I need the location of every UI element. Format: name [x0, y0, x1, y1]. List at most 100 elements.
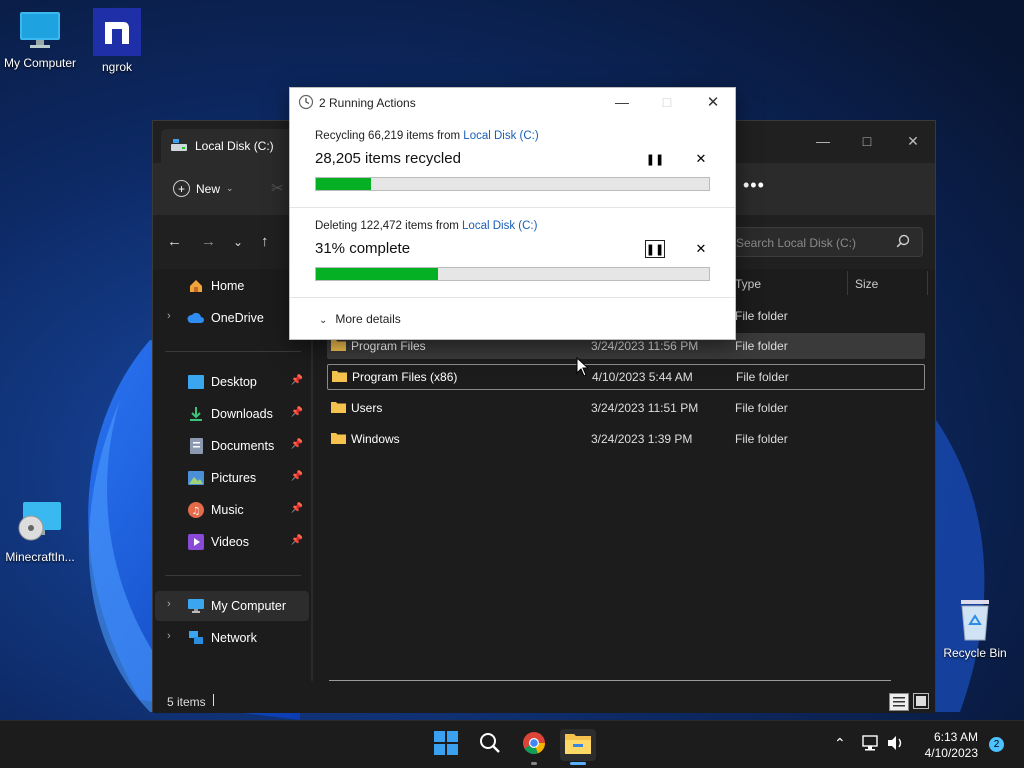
- windows-logo-icon: [434, 730, 458, 760]
- sidebar-item-label: Network: [211, 631, 257, 645]
- file-type: File folder: [735, 309, 788, 323]
- column-divider: [927, 271, 928, 295]
- file-date: 3/24/2023 1:39 PM: [591, 432, 693, 446]
- recent-chevron-icon[interactable]: ⌄: [233, 235, 243, 249]
- sidebar-item-home[interactable]: Home: [163, 271, 309, 301]
- sidebar-item-onedrive[interactable]: › OneDrive: [163, 303, 309, 333]
- maximize-button[interactable]: □: [847, 127, 887, 155]
- chevron-right-icon[interactable]: ›: [167, 630, 171, 642]
- desktop-icon-label: MinecraftIn...: [5, 550, 75, 564]
- column-header-size[interactable]: Size: [855, 277, 878, 305]
- more-details-toggle[interactable]: ⌄ More details: [319, 312, 401, 326]
- start-button[interactable]: [428, 729, 464, 761]
- dialog-title: 2 Running Actions: [319, 96, 416, 110]
- table-row[interactable]: Windows 3/24/2023 1:39 PM File folder: [327, 426, 925, 452]
- clock-date: 4/10/2023: [924, 746, 978, 760]
- active-indicator: [570, 762, 586, 765]
- taskbar-chrome[interactable]: [516, 729, 552, 765]
- forward-arrow-icon[interactable]: →: [201, 233, 216, 250]
- more-options-icon[interactable]: •••: [743, 175, 765, 196]
- column-header-type[interactable]: Type: [735, 277, 761, 305]
- cancel-operation-button[interactable]: ✕: [691, 150, 711, 168]
- home-icon: [187, 277, 205, 295]
- clock[interactable]: 6:13 AM 4/10/2023: [925, 729, 978, 761]
- table-row[interactable]: Program Files (x86) 4/10/2023 5:44 AM Fi…: [327, 364, 925, 390]
- source-link[interactable]: Local Disk (C:): [462, 220, 537, 232]
- pin-icon[interactable]: 📌: [291, 407, 303, 418]
- pin-icon[interactable]: 📌: [291, 375, 303, 386]
- tab-local-disk[interactable]: Local Disk (C:): [161, 129, 301, 163]
- pin-icon[interactable]: 📌: [291, 535, 303, 546]
- search-button[interactable]: [472, 729, 508, 761]
- sidebar-item-downloads[interactable]: Downloads 📌: [163, 399, 309, 429]
- dialog-minimize-button[interactable]: —: [607, 92, 637, 112]
- file-type: File folder: [736, 370, 789, 384]
- operation-progress-text: 31% complete: [315, 240, 411, 257]
- new-button[interactable]: + New ⌄: [173, 180, 234, 197]
- tiles-view-icon[interactable]: [913, 693, 929, 709]
- sidebar-item-my-computer[interactable]: › My Computer: [155, 591, 309, 621]
- chevron-right-icon[interactable]: ›: [167, 598, 171, 610]
- desktop-icon-minecraft-installer[interactable]: MinecraftIn...: [0, 500, 80, 564]
- pause-button[interactable]: ❚❚: [645, 240, 665, 258]
- sidebar-item-videos[interactable]: Videos 📌: [163, 527, 309, 557]
- close-button[interactable]: ✕: [893, 127, 933, 155]
- operation-separator: [290, 297, 735, 298]
- dialog-close-button[interactable]: ✕: [698, 92, 728, 112]
- notification-badge[interactable]: 2: [989, 737, 1004, 752]
- operation-prefix: Recycling 66,219 items from: [315, 130, 464, 142]
- taskbar-file-explorer[interactable]: [560, 729, 596, 765]
- show-hidden-icons-chevron[interactable]: ⌃: [834, 735, 846, 752]
- desktop-icon-my-computer[interactable]: My Computer: [0, 8, 80, 70]
- sidebar-item-network[interactable]: › Network: [163, 623, 309, 653]
- sidebar-item-label: Downloads: [211, 407, 273, 421]
- cd-monitor-icon: [17, 500, 63, 546]
- pin-icon[interactable]: 📌: [291, 471, 303, 482]
- item-count: 5 items: [167, 695, 206, 709]
- search-box[interactable]: Search Local Disk (C:): [725, 227, 923, 257]
- download-icon: [187, 405, 205, 423]
- progress-bar: [315, 177, 710, 191]
- sidebar-item-music[interactable]: ♫ Music 📌: [163, 495, 309, 525]
- sidebar-item-documents[interactable]: Documents 📌: [163, 431, 309, 461]
- operation-progress-text: 28,205 items recycled: [315, 150, 461, 167]
- drive-icon: [171, 138, 187, 155]
- volume-icon[interactable]: [887, 735, 905, 756]
- cancel-operation-button[interactable]: ✕: [691, 240, 711, 258]
- search-icon: [479, 732, 501, 759]
- operation-prefix: Deleting 122,472 items from: [315, 220, 463, 232]
- search-placeholder: Search Local Disk (C:): [736, 236, 857, 250]
- new-button-label: New: [196, 181, 221, 196]
- cut-icon[interactable]: ✂: [271, 179, 284, 197]
- pictures-icon: [187, 469, 205, 487]
- dialog-maximize-button: □: [662, 94, 672, 110]
- desktop-icon-ngrok[interactable]: ngrok: [77, 8, 157, 74]
- network-status-icon[interactable]: [862, 735, 880, 756]
- running-actions-dialog[interactable]: 2 Running Actions — □ ✕ Recycling 66,219…: [289, 87, 736, 340]
- status-separator: [213, 694, 214, 706]
- pin-icon[interactable]: 📌: [291, 503, 303, 514]
- pin-icon[interactable]: 📌: [291, 439, 303, 450]
- clock-icon: [298, 94, 314, 115]
- pause-button[interactable]: ❚❚: [645, 150, 665, 168]
- details-view-icon[interactable]: [889, 693, 909, 711]
- up-arrow-icon[interactable]: ↑: [261, 233, 269, 250]
- sidebar-item-desktop[interactable]: Desktop 📌: [163, 367, 309, 397]
- file-name: Program Files: [351, 339, 426, 353]
- folder-icon: [332, 370, 347, 385]
- minimize-button[interactable]: —: [803, 127, 843, 155]
- running-indicator: [531, 762, 537, 765]
- desktop-icon-recycle-bin[interactable]: Recycle Bin: [935, 598, 1015, 660]
- sidebar-item-label: My Computer: [211, 599, 287, 613]
- sidebar-item-label: Home: [211, 279, 245, 293]
- back-arrow-icon[interactable]: ←: [167, 233, 182, 250]
- svg-text:♫: ♫: [192, 506, 201, 517]
- sidebar-item-pictures[interactable]: Pictures 📌: [163, 463, 309, 493]
- table-row[interactable]: Users 3/24/2023 11:51 PM File folder: [327, 395, 925, 421]
- tab-label: Local Disk (C:): [195, 139, 274, 153]
- source-link[interactable]: Local Disk (C:): [463, 130, 538, 142]
- videos-icon: [187, 533, 205, 551]
- progress-fill: [316, 178, 372, 190]
- chevron-right-icon[interactable]: ›: [167, 310, 171, 322]
- desktop-icon-label: My Computer: [3, 56, 77, 70]
